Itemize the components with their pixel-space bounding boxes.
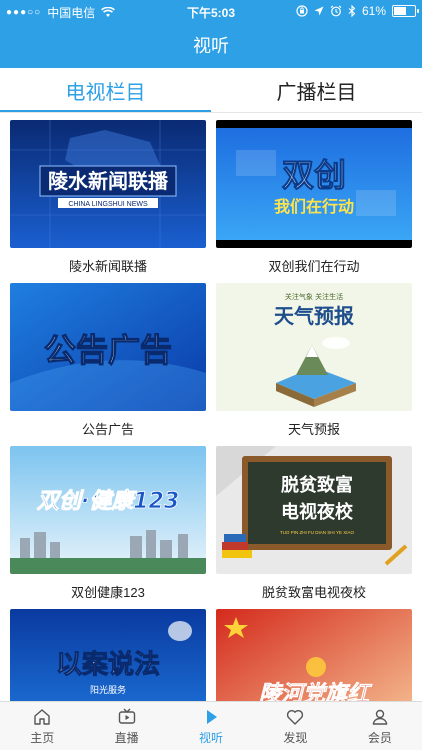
program-thumbnail: 公告广告 [10, 283, 206, 411]
program-tile-weather[interactable]: 关注气象 关注生活 天气预报 天气预报 [216, 283, 412, 437]
thumb-subtitle: CHINA LINGSHUI NEWS [68, 201, 148, 208]
tv-icon [118, 708, 135, 724]
thumb-title-2: 电视夜校 [281, 501, 354, 523]
thumb-subtitle: 我们在行动 [274, 197, 354, 216]
bottom-tab-member[interactable]: 会员 [338, 702, 422, 750]
bottom-tab-live[interactable]: 直播 [84, 702, 168, 750]
thumb-title: 双创·健康123 [36, 488, 179, 514]
thumb-title: 双创 [282, 156, 346, 194]
program-tile-night-school[interactable]: 脱贫致富 电视夜校 TUO PIN ZHI FU DIAN SHI YE XIA… [216, 446, 412, 600]
bottom-tab-label: 视听 [199, 730, 224, 745]
bottom-tab-label: 发现 [283, 730, 308, 745]
page-title: 视听 [193, 36, 229, 56]
play-icon [207, 709, 218, 724]
bottom-tab-bar: 主页 直播 视听 发现 会员 [0, 701, 422, 750]
program-title: 公告广告 [81, 422, 134, 437]
bottom-tab-discover[interactable]: 发现 [253, 702, 337, 750]
status-right: 61% [296, 4, 419, 18]
heart-icon [287, 709, 304, 725]
program-tile-party-flag[interactable]: 陵河党旗红 [216, 609, 412, 702]
program-thumbnail: 陵水新闻联播 CHINA LINGSHUI NEWS [10, 120, 206, 248]
bottom-tab-label: 直播 [114, 730, 139, 745]
program-title: 陵水新闻联播 [68, 259, 147, 274]
bottom-tab-label: 主页 [30, 730, 55, 745]
program-thumbnail: 关注气象 关注生活 天气预报 [216, 283, 412, 411]
program-tile-health[interactable]: 双创·健康123 双创健康123 [10, 446, 206, 600]
home-icon [34, 708, 50, 725]
program-title: 脱贫致富电视夜校 [261, 585, 366, 600]
thumb-title: 陵水新闻联播 [48, 169, 169, 193]
program-tile-shuangchuang[interactable]: 双创 我们在行动 双创我们在行动 [216, 120, 412, 274]
bottom-tab-home[interactable]: 主页 [0, 702, 84, 750]
program-thumbnail: 以案说法 阳光服务 [10, 609, 206, 702]
program-grid: 陵水新闻联播 CHINA LINGSHUI NEWS 陵水新闻联播 双创 我们在 [0, 113, 422, 702]
bottom-tab-audio-video[interactable]: 视听 [169, 702, 253, 750]
program-tile-announcements[interactable]: 公告广告 公告广告 [10, 283, 206, 437]
status-bar: ●●●○○ 中国电信 下午5:03 61% [0, 0, 422, 22]
program-title: 双创健康123 [71, 585, 145, 600]
thumb-title: 陵河党旗红 [259, 681, 373, 702]
category-tabs: 电视栏目 广播栏目 [0, 68, 422, 112]
program-title: 天气预报 [287, 422, 340, 437]
battery-icon [392, 5, 419, 17]
alarm-icon [330, 5, 342, 17]
program-tile-law[interactable]: 以案说法 阳光服务 [10, 609, 206, 702]
location-icon [314, 6, 324, 16]
program-thumbnail: 双创 我们在行动 [216, 120, 412, 248]
rotation-lock-icon [296, 5, 308, 17]
thumb-subtitle: TUO PIN ZHI FU DIAN SHI YE XIAO [280, 530, 354, 535]
program-title: 双创我们在行动 [268, 259, 360, 274]
thumb-title: 天气预报 [274, 304, 354, 328]
bottom-tab-label: 会员 [367, 730, 392, 745]
tab-tv-programs[interactable]: 电视栏目 [0, 68, 211, 112]
program-thumbnail: 陵河党旗红 [216, 609, 412, 702]
bluetooth-icon [348, 5, 356, 17]
thumb-subtitle: 关注气象 关注生活 [285, 292, 343, 301]
nav-bar: 视听 [0, 22, 422, 68]
program-thumbnail: 脱贫致富 电视夜校 TUO PIN ZHI FU DIAN SHI YE XIA… [216, 446, 412, 574]
program-tile-lingshui-news[interactable]: 陵水新闻联播 CHINA LINGSHUI NEWS 陵水新闻联播 [10, 120, 206, 274]
user-icon [372, 709, 388, 725]
thumb-title: 公告广告 [44, 331, 172, 369]
battery-level [394, 7, 406, 15]
thumb-title: 脱贫致富 [281, 474, 353, 496]
program-thumbnail: 双创·健康123 [10, 446, 206, 574]
tab-radio-programs[interactable]: 广播栏目 [211, 68, 422, 112]
thumb-title: 以案说法 [56, 649, 160, 680]
battery-percent: 61% [361, 4, 386, 18]
thumb-subtitle: 阳光服务 [90, 684, 126, 696]
